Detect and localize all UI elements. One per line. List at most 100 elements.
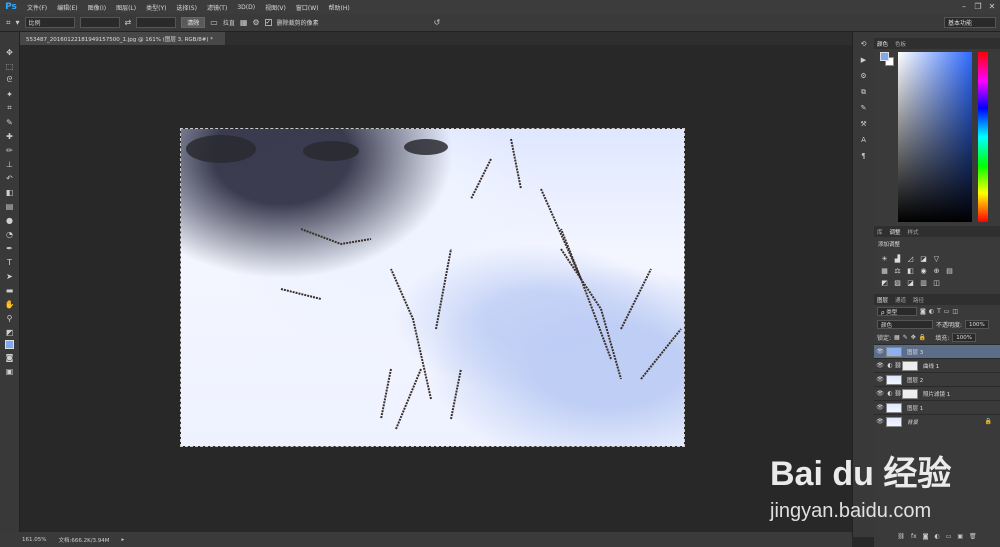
layer-kind-select[interactable]: ρ 类型 <box>877 307 917 316</box>
layer-name[interactable]: 图层 1 <box>907 404 923 412</box>
invert-icon[interactable]: ◩ <box>880 278 889 287</box>
tab-paths[interactable]: 路径 <box>913 296 924 304</box>
channel-mixer-icon[interactable]: ⊕ <box>932 266 941 275</box>
menu-edit[interactable]: 编辑(E) <box>52 3 82 12</box>
threshold-icon[interactable]: ◪ <box>906 278 915 287</box>
gradient-map-icon[interactable]: ▥ <box>919 278 928 287</box>
move-tool-icon[interactable]: ✥ <box>4 46 16 58</box>
filter-type-icon[interactable]: T <box>937 308 941 315</box>
eyedropper-tool-icon[interactable]: ✎ <box>4 116 16 128</box>
vibrance-icon[interactable]: ▽ <box>932 254 941 263</box>
layer-row[interactable]: 👁 ◐ ⛓ 曲线 1 <box>874 358 1000 372</box>
menu-type[interactable]: 类型(Y) <box>141 3 171 12</box>
eye-icon[interactable]: 👁 <box>874 348 886 355</box>
posterize-icon[interactable]: ▨ <box>893 278 902 287</box>
eraser-tool-icon[interactable]: ◧ <box>4 186 16 198</box>
color-lookup-icon[interactable]: ▤ <box>945 266 954 275</box>
layer-row[interactable]: 👁 背景 🔒 <box>874 414 1000 428</box>
link-icon[interactable]: ⛓ <box>894 390 902 397</box>
foreground-color-swatch[interactable] <box>5 340 14 349</box>
clone-stamp-tool-icon[interactable]: ⊥ <box>4 158 16 170</box>
gear-icon[interactable]: ⚙ <box>252 18 259 27</box>
brightness-icon[interactable]: ☀ <box>880 254 889 263</box>
menu-image[interactable]: 图像(I) <box>83 3 111 12</box>
tab-adjustments[interactable]: 调整 <box>890 228 901 236</box>
lock-transparent-icon[interactable]: ▦ <box>894 334 900 341</box>
snow-photo[interactable] <box>180 128 685 447</box>
quick-mask-icon[interactable]: ◙ <box>4 351 16 363</box>
menu-window[interactable]: 窗口(W) <box>291 3 324 12</box>
gradient-tool-icon[interactable]: ▤ <box>4 200 16 212</box>
filter-smart-icon[interactable]: ◫ <box>952 308 958 315</box>
layer-name[interactable]: 照片滤镜 1 <box>923 390 950 398</box>
swap-icon[interactable]: ⇄ <box>125 18 132 27</box>
lasso-tool-icon[interactable]: ᘓ <box>4 74 16 86</box>
layer-name[interactable]: 曲线 1 <box>923 362 939 370</box>
menu-3d[interactable]: 3D(D) <box>232 4 260 11</box>
menu-view[interactable]: 视图(V) <box>260 3 291 12</box>
foreground-color-chip[interactable] <box>880 52 889 61</box>
selective-color-icon[interactable]: ◫ <box>932 278 941 287</box>
exposure-icon[interactable]: ◪ <box>919 254 928 263</box>
hue-slider[interactable] <box>978 52 988 222</box>
minimize-button[interactable]: – <box>958 1 970 11</box>
eye-icon[interactable]: 👁 <box>874 418 886 425</box>
clone-source-icon[interactable]: ⧉ <box>858 86 870 98</box>
lock-all-icon[interactable]: 🔒 <box>919 334 926 341</box>
actions-icon[interactable]: ▶ <box>858 54 870 66</box>
document-tab[interactable]: 553487_20160122181949157500_1.jpg @ 161%… <box>20 32 225 45</box>
paragraph-icon[interactable]: ¶ <box>858 150 870 162</box>
pen-tool-icon[interactable]: ✒ <box>4 242 16 254</box>
type-tool-icon[interactable]: T <box>4 256 16 268</box>
opacity-input[interactable]: 100% <box>965 320 989 329</box>
workspace-select[interactable]: 基本功能 <box>944 17 996 28</box>
eye-icon[interactable]: 👁 <box>874 390 886 397</box>
tab-styles[interactable]: 样式 <box>908 228 919 236</box>
reset-icon[interactable]: ↺ <box>434 18 441 27</box>
color-balance-icon[interactable]: ⚖ <box>893 266 902 275</box>
grid-overlay-icon[interactable]: ▦ <box>240 18 248 27</box>
brush-presets-icon[interactable]: ✎ <box>858 102 870 114</box>
lock-position-icon[interactable]: ✥ <box>911 334 916 341</box>
crop-icon[interactable]: ⌗ <box>6 18 11 28</box>
fx-icon[interactable]: fx <box>911 533 917 543</box>
straighten-icon[interactable]: ▭ <box>210 18 218 27</box>
tab-channels[interactable]: 通道 <box>895 296 906 304</box>
eye-icon[interactable]: 👁 <box>874 362 886 369</box>
filter-pixel-icon[interactable]: ◙ <box>920 308 926 315</box>
new-group-icon[interactable]: ▭ <box>946 533 952 543</box>
add-mask-icon[interactable]: ◙ <box>923 533 929 543</box>
ratio-select[interactable]: 比例 <box>24 17 75 28</box>
tab-layers[interactable]: 图层 <box>877 296 888 304</box>
rectangle-tool-icon[interactable]: ▬ <box>4 284 16 296</box>
blend-mode-select[interactable]: 颜色 <box>877 320 933 329</box>
close-button[interactable]: ✕ <box>986 1 998 11</box>
properties-icon[interactable]: ⚙ <box>858 70 870 82</box>
marquee-tool-icon[interactable]: ⬚ <box>4 60 16 72</box>
status-arrow-icon[interactable]: ▸ <box>122 537 125 543</box>
lock-pixels-icon[interactable]: ✎ <box>903 334 908 341</box>
tab-swatches[interactable]: 色板 <box>895 40 906 48</box>
color-swatches[interactable] <box>880 52 894 66</box>
menu-select[interactable]: 选择(S) <box>171 3 202 12</box>
mask-thumbnail[interactable] <box>902 360 918 371</box>
straighten-label[interactable]: 拉直 <box>223 18 235 27</box>
link-layers-icon[interactable]: ⛓ <box>897 533 905 543</box>
layer-row[interactable]: 👁 图层 3 <box>874 344 1000 358</box>
mask-thumbnail[interactable] <box>902 388 918 399</box>
menu-help[interactable]: 帮助(H) <box>324 3 355 12</box>
hue-saturation-icon[interactable]: ▦ <box>880 266 889 275</box>
dodge-tool-icon[interactable]: ◔ <box>4 228 16 240</box>
layer-name[interactable]: 图层 2 <box>907 376 923 384</box>
layer-name[interactable]: 图层 3 <box>907 348 923 356</box>
layer-name[interactable]: 背景 <box>907 418 918 426</box>
filter-adjust-icon[interactable]: ◐ <box>929 308 934 315</box>
crop-tool-icon[interactable]: ⌗ <box>4 102 16 114</box>
clear-button[interactable]: 清除 <box>181 17 206 28</box>
path-selection-tool-icon[interactable]: ➤ <box>4 270 16 282</box>
height-field[interactable] <box>136 17 177 28</box>
menu-filter[interactable]: 滤镜(T) <box>202 3 232 12</box>
restore-button[interactable]: ❐ <box>972 1 984 11</box>
canvas-area[interactable] <box>20 45 852 532</box>
filter-shape-icon[interactable]: ▭ <box>944 308 950 315</box>
